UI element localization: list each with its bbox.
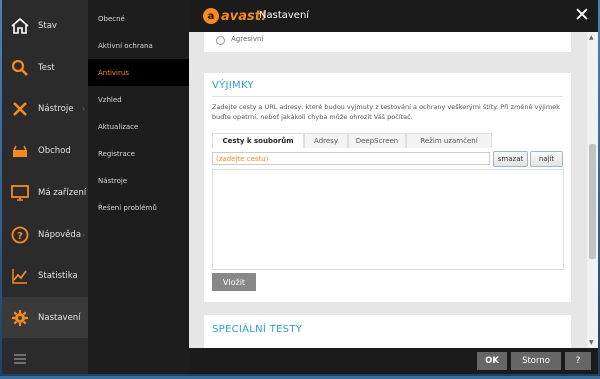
scroll-down-icon[interactable]: ▼ [589,339,594,346]
main-nav: Stav Test Nástroje › Obchod Má zařízení … [2,0,88,374]
scrollbar-thumb[interactable] [589,144,596,259]
chevron-right-icon: › [82,230,85,239]
nav-item-ma-zarizeni[interactable]: Má zařízení [2,172,88,213]
home-icon [2,16,38,36]
nav-item-statistika[interactable]: Statistika [2,255,88,296]
hamburger-menu-icon [2,349,38,369]
cancel-button[interactable]: Storno [511,352,561,370]
help-icon: ? [2,225,38,245]
monitor-icon [2,183,38,203]
chevron-right-icon: › [82,104,85,113]
special-tests-title: SPECIÁLNÍ TESTY [212,324,303,335]
delete-button[interactable]: smazat [493,151,528,167]
aggressive-radio[interactable] [216,36,225,45]
path-input[interactable] [212,152,490,165]
scan-sensitivity-card: Agresivní [204,32,571,52]
nav-item-napoveda[interactable]: ? Nápověda › [2,214,88,255]
submenu-item-registrace[interactable]: Registrace [88,140,189,167]
tools-icon [2,99,38,119]
tab-urls[interactable]: Adresy [304,133,348,148]
avast-logo: a avast! [203,8,267,24]
special-tests-card: SPECIÁLNÍ TESTY [204,315,571,348]
nav-label: Nástroje [38,103,74,114]
nav-label: Nastavení [38,312,81,323]
nav-item-stav[interactable]: Stav [2,5,88,46]
find-button[interactable]: najít [530,151,563,167]
exceptions-card: VÝJIMKY Zadejte cesty a URL adresy, kter… [204,73,571,302]
submenu-item-reseni-problemu[interactable]: Řešení problémů [88,194,189,221]
tab-file-paths[interactable]: Cesty k souborům [212,133,304,148]
nav-item-nastaveni[interactable]: Nastavení [2,297,88,338]
submenu-item-antivirus[interactable]: Antivirus [88,59,189,86]
aggressive-radio-label: Agresivní [231,35,264,43]
divider [212,96,563,97]
insert-button[interactable]: Vložit [212,273,256,291]
tab-hardened-mode[interactable]: Režim uzamčení [406,133,492,148]
nav-label: Obchod [38,145,71,156]
title-bar: a avast! Nastavení ✕ [189,0,598,32]
submenu-item-vzhled[interactable]: Vzhled [88,86,189,113]
nav-label: Stav [38,20,57,31]
nav-label: Má zařízení [38,187,87,198]
shop-icon [2,141,38,161]
settings-content: Agresivní VÝJIMKY Zadejte cesty a URL ad… [189,32,587,348]
submenu-item-aktivni-ochrana[interactable]: Aktivní ochrana [88,32,189,59]
nav-label: Nápověda [38,229,82,240]
nav-label: Test [38,62,55,73]
avast-logo-mark: a [203,8,219,24]
svg-text:?: ? [17,231,23,242]
avast-settings-window: Stav Test Nástroje › Obchod Má zařízení … [2,0,598,374]
ok-button[interactable]: OK [477,352,507,370]
close-icon: ✕ [574,4,590,26]
nav-item-obchod[interactable]: Obchod [2,130,88,171]
nav-menu-button[interactable] [2,338,88,379]
submenu-item-nastroje[interactable]: Nástroje [88,167,189,194]
content-scrollbar[interactable]: ▲ ▼ [587,32,598,348]
nav-label: Statistika [38,270,78,281]
dialog-footer: OK Storno ? [189,348,598,374]
tab-deepscreen[interactable]: DeepScreen [348,133,406,148]
magnifier-icon [2,58,38,78]
window-title: Nastavení [259,10,310,21]
nav-item-nastroje[interactable]: Nástroje › [2,88,88,129]
exceptions-description: Zadejte cesty a URL adresy, které budou … [212,103,560,121]
exceptions-list[interactable] [212,169,564,270]
nav-item-test[interactable]: Test [2,47,88,88]
stats-icon [2,266,38,286]
settings-submenu: Obecné Aktivní ochrana Antivirus Vzhled … [88,0,189,374]
close-button[interactable]: ✕ [572,6,592,26]
exceptions-title: VÝJIMKY [212,80,254,91]
exceptions-tabs: Cesty k souborům Adresy DeepScreen Režim… [212,133,492,148]
submenu-item-obecne[interactable]: Obecné [88,5,189,32]
submenu-item-aktualizace[interactable]: Aktualizace [88,113,189,140]
settings-gear-icon [2,308,38,328]
scroll-up-icon[interactable]: ▲ [589,34,594,41]
help-button[interactable]: ? [565,352,591,370]
